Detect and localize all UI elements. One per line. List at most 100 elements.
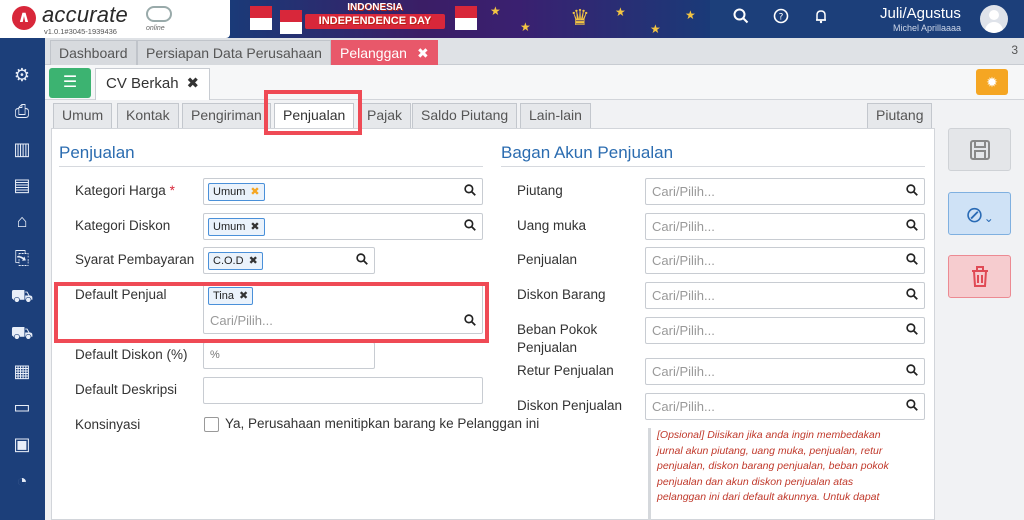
chip-label: Umum: [213, 221, 246, 233]
search-icon[interactable]: [906, 364, 918, 379]
record-bar: ☰ CV Berkah ✖ ✹: [45, 65, 1024, 100]
label-konsinyasi: Konsinyasi: [75, 417, 141, 432]
close-icon[interactable]: ✖: [417, 45, 429, 61]
akun-placeholder: Cari/Pilih...: [652, 288, 715, 303]
akun-uang-muka-field[interactable]: Cari/Pilih...: [645, 213, 925, 240]
logo[interactable]: ∧ accurate online v1.0.1#3045-1939436: [0, 0, 230, 38]
receipt-icon[interactable]: ⎘: [9, 245, 35, 271]
banner-line2: INDEPENDENCE DAY: [305, 14, 445, 29]
bank-icon[interactable]: ⌂: [9, 208, 35, 234]
tab-pelanggan[interactable]: Pelanggan ✖: [331, 40, 438, 65]
tab-piutang[interactable]: Piutang: [867, 103, 933, 128]
save-button[interactable]: [948, 128, 1011, 171]
search-icon[interactable]: [464, 184, 476, 199]
akun-placeholder: Cari/Pilih...: [652, 323, 715, 338]
period-label[interactable]: Juli/Agustus: [880, 5, 961, 22]
top-bar: ∧ accurate online v1.0.1#3045-1939436 IN…: [0, 0, 1024, 38]
label-default-diskon: Default Diskon (%): [75, 347, 188, 362]
building-icon[interactable]: ▥: [9, 136, 35, 162]
delete-button[interactable]: [948, 255, 1011, 298]
label-akun-diskon-penjualan: Diskon Penjualan: [517, 398, 623, 413]
akun-placeholder: Cari/Pilih...: [652, 399, 715, 414]
close-icon[interactable]: ✖: [239, 290, 248, 302]
help-icon[interactable]: ?: [770, 8, 792, 30]
konsinyasi-checkbox[interactable]: [204, 417, 219, 432]
close-icon[interactable]: ✖: [250, 221, 259, 233]
close-icon[interactable]: ✖: [187, 75, 200, 92]
user-name[interactable]: Michel Aprillaaaa: [893, 23, 961, 33]
search-icon[interactable]: [906, 399, 918, 414]
search-icon[interactable]: [906, 288, 918, 303]
search-icon[interactable]: [906, 184, 918, 199]
attachment-button[interactable]: ⊘⌄: [948, 192, 1011, 235]
tab-persiapan-data[interactable]: Persiapan Data Perusahaan: [137, 40, 331, 65]
akun-placeholder: Cari/Pilih...: [652, 219, 715, 234]
kategori-harga-field[interactable]: Umum ✖: [203, 178, 483, 205]
star-icon: ★: [650, 22, 661, 36]
tab-pajak[interactable]: Pajak: [358, 103, 412, 128]
lightbulb-icon[interactable]: ✹: [976, 69, 1008, 95]
search-icon[interactable]: [906, 323, 918, 338]
label-akun-penjualan: Penjualan: [517, 252, 578, 267]
default-penjual-field[interactable]: Tina ✖ Cari/Pilih...: [203, 282, 483, 334]
star-icon: ★: [520, 20, 531, 34]
akun-piutang-field[interactable]: Cari/Pilih...: [645, 178, 925, 205]
report-icon[interactable]: ◔: [9, 468, 35, 494]
book-icon[interactable]: ▤: [9, 172, 35, 198]
close-icon[interactable]: ✖: [250, 186, 259, 198]
akun-note: [Opsional] Diisikan jika anda ingin memb…: [648, 428, 902, 520]
list-view-button[interactable]: ☰: [49, 68, 91, 98]
akun-penjualan-field[interactable]: Cari/Pilih...: [645, 247, 925, 274]
tab-penjualan[interactable]: Penjualan: [274, 103, 355, 129]
version-text: v1.0.1#3045-1939436: [44, 27, 117, 36]
akun-retur-penjualan-field[interactable]: Cari/Pilih...: [645, 358, 925, 385]
flag-icon: [280, 10, 302, 34]
kategori-diskon-field[interactable]: Umum ✖: [203, 213, 483, 240]
required-marker: *: [169, 183, 175, 198]
cart-icon[interactable]: ⛟: [9, 283, 35, 309]
tab-dashboard[interactable]: Dashboard: [50, 40, 137, 65]
konsinyasi-checkbox-label[interactable]: Ya, Perusahaan menitipkan barang ke Pela…: [225, 416, 539, 431]
tax-icon[interactable]: ▣: [9, 431, 35, 457]
warehouse-icon[interactable]: ▦: [9, 358, 35, 384]
tab-count[interactable]: 3: [1011, 43, 1018, 57]
conveyor-icon[interactable]: ▭: [9, 394, 35, 420]
search-icon[interactable]: [906, 253, 918, 268]
tab-kontak[interactable]: Kontak: [117, 103, 179, 128]
record-tab[interactable]: CV Berkah ✖: [95, 68, 211, 100]
search-icon[interactable]: [906, 219, 918, 234]
search-icon[interactable]: [730, 8, 752, 30]
tab-umum[interactable]: Umum: [53, 103, 113, 128]
truck-cart-icon[interactable]: ⛟: [9, 320, 35, 346]
chevron-down-icon: ⌄: [983, 211, 994, 225]
paperclip-icon: ⊘: [965, 202, 984, 227]
star-icon: ★: [490, 4, 501, 18]
chip-default-penjual: Tina ✖: [208, 287, 254, 305]
form-panel: Penjualan Kategori Harga * Umum ✖ Kategor…: [51, 128, 935, 520]
logo-text: accurate: [42, 2, 128, 27]
tab-pengiriman[interactable]: Pengiriman: [182, 103, 271, 128]
akun-diskon-barang-field[interactable]: Cari/Pilih...: [645, 282, 925, 309]
bell-icon[interactable]: [810, 8, 832, 30]
page-tabs: Umum Kontak Pengiriman Penjualan Pajak S…: [45, 100, 945, 129]
akun-beban-pokok-field[interactable]: Cari/Pilih...: [645, 317, 925, 344]
syarat-pembayaran-field[interactable]: C.O.D ✖: [203, 247, 375, 274]
akun-diskon-penjualan-field[interactable]: Cari/Pilih...: [645, 393, 925, 420]
sidebar: ⚙ ⎙ ▥ ▤ ⌂ ⎘ ⛟ ⛟ ▦ ▭ ▣ ◔: [0, 38, 45, 520]
search-icon[interactable]: [356, 253, 368, 268]
section-title-bagan-akun: Bagan Akun Penjualan: [501, 143, 674, 162]
gear-icon[interactable]: ⚙: [9, 62, 35, 88]
printer-icon[interactable]: ⎙: [9, 98, 35, 124]
cloud-icon: [146, 6, 172, 22]
close-icon[interactable]: ✖: [249, 255, 258, 267]
default-deskripsi-field[interactable]: [203, 377, 483, 404]
avatar[interactable]: [980, 5, 1008, 33]
search-icon[interactable]: [464, 314, 476, 329]
search-icon[interactable]: [464, 219, 476, 234]
tab-label: Pelanggan: [340, 45, 407, 61]
default-diskon-field[interactable]: %: [203, 342, 375, 369]
label-kategori-harga: Kategori Harga *: [75, 183, 175, 198]
tab-lain-lain[interactable]: Lain-lain: [520, 103, 591, 128]
accurate-logo-icon: ∧: [12, 6, 36, 30]
tab-saldo-piutang[interactable]: Saldo Piutang: [412, 103, 518, 128]
